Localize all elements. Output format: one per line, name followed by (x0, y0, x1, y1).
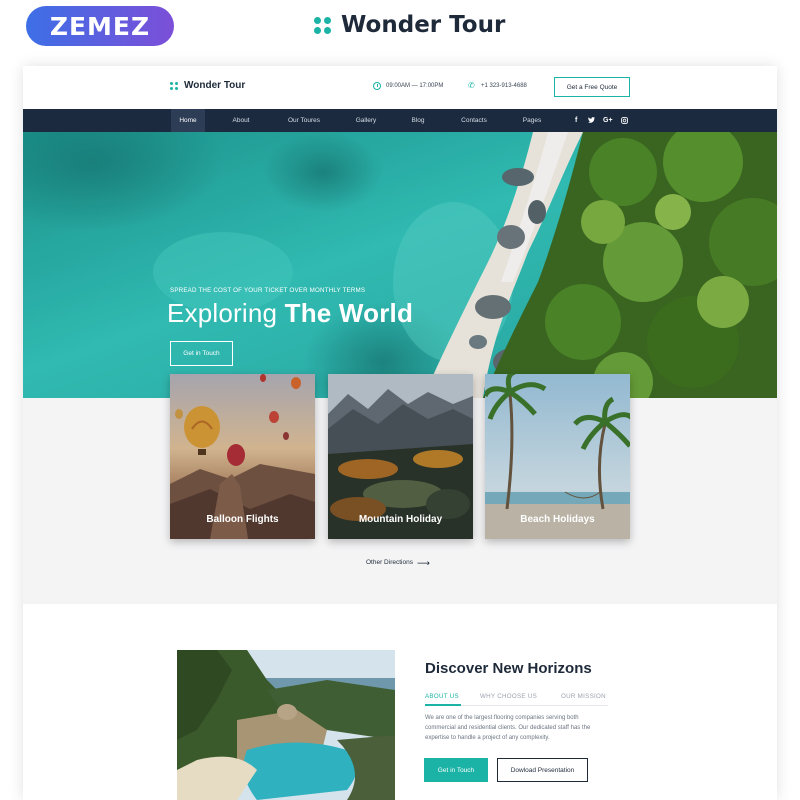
website-preview: Wonder Tour 09:00AM — 17:00PM ✆ +1 323-9… (23, 66, 777, 800)
instagram-icon[interactable] (621, 109, 628, 132)
hero-title-bold: The World (284, 298, 414, 328)
nav-about[interactable]: About (224, 109, 258, 132)
nav-blog[interactable]: Blog (403, 109, 433, 132)
card-label: Mountain Holiday (358, 514, 443, 525)
hero-banner: Spread the cost of your ticket over mont… (23, 132, 777, 398)
arrow-right-icon: ⟶ (416, 557, 430, 568)
active-tab-indicator (425, 704, 461, 706)
phone-contact[interactable]: ✆ +1 323-913-4688 (468, 82, 527, 90)
card-beach-holidays[interactable]: Beach Holidays (485, 374, 630, 539)
brand-dots-icon (314, 16, 331, 34)
about-title: Discover New Horizons (425, 660, 592, 677)
about-text: We are one of the largest flooring compa… (425, 715, 591, 741)
site-logo[interactable]: Wonder Tour (170, 80, 245, 91)
hero-title: Exploring The World (167, 298, 413, 329)
outer-brand-title: Wonder Tour (341, 12, 506, 38)
nav-contacts[interactable]: Contacts (453, 109, 495, 132)
site-brand-name: Wonder Tour (184, 80, 246, 91)
clock-icon (373, 82, 381, 90)
card-label: Balloon Flights (206, 514, 279, 525)
card-mountain-holiday[interactable]: Mountain Holiday (328, 374, 473, 539)
nav-pages[interactable]: Pages (515, 109, 549, 132)
card-balloon-flights[interactable]: Balloon Flights (170, 374, 315, 539)
logo-dots-icon (170, 81, 178, 90)
get-in-touch-button[interactable]: Get in Touch (424, 758, 488, 782)
main-nav: Home About Our Toures Gallery Blog Conta… (23, 109, 777, 132)
download-presentation-button[interactable]: Dowload Presentation (497, 758, 588, 782)
nav-our-toures[interactable]: Our Toures (277, 109, 331, 132)
outer-brand: Wonder Tour (314, 10, 505, 40)
opening-hours-text: 09:00AM — 17:00PM (386, 83, 444, 89)
tab-why-choose-us[interactable]: WHY CHOOSE US (480, 693, 537, 700)
twitter-icon[interactable] (588, 109, 595, 132)
tab-about-us[interactable]: ABOUT US (425, 693, 459, 700)
hero-get-in-touch-button[interactable]: Get in Touch (170, 341, 233, 366)
phone-number[interactable]: +1 323-913-4688 (481, 83, 527, 89)
opening-hours: 09:00AM — 17:00PM (373, 82, 443, 90)
facebook-icon[interactable]: f (575, 109, 577, 132)
free-quote-button[interactable]: Get a Free Quote (554, 77, 630, 97)
hero-aerial-coast-image (23, 132, 777, 398)
header-topbar: Wonder Tour 09:00AM — 17:00PM ✆ +1 323-9… (23, 66, 777, 109)
zemez-logo[interactable]: ZEMEZ (26, 6, 174, 46)
nav-home[interactable]: Home (171, 109, 205, 132)
other-directions-text[interactable]: Other Directions (366, 559, 413, 566)
card-label: Beach Holidays (520, 514, 595, 525)
about-coast-image (177, 650, 395, 800)
phone-icon: ✆ (468, 81, 475, 90)
hero-kicker: Spread the cost of your ticket over mont… (170, 287, 366, 294)
nav-gallery[interactable]: Gallery (347, 109, 385, 132)
hero-title-light: Exploring (167, 298, 278, 328)
tab-our-mission[interactable]: OUR MISSION (561, 693, 606, 700)
google-plus-icon[interactable]: G+ (603, 109, 613, 132)
other-directions-link[interactable]: Other Directions ⟶ (366, 557, 430, 568)
